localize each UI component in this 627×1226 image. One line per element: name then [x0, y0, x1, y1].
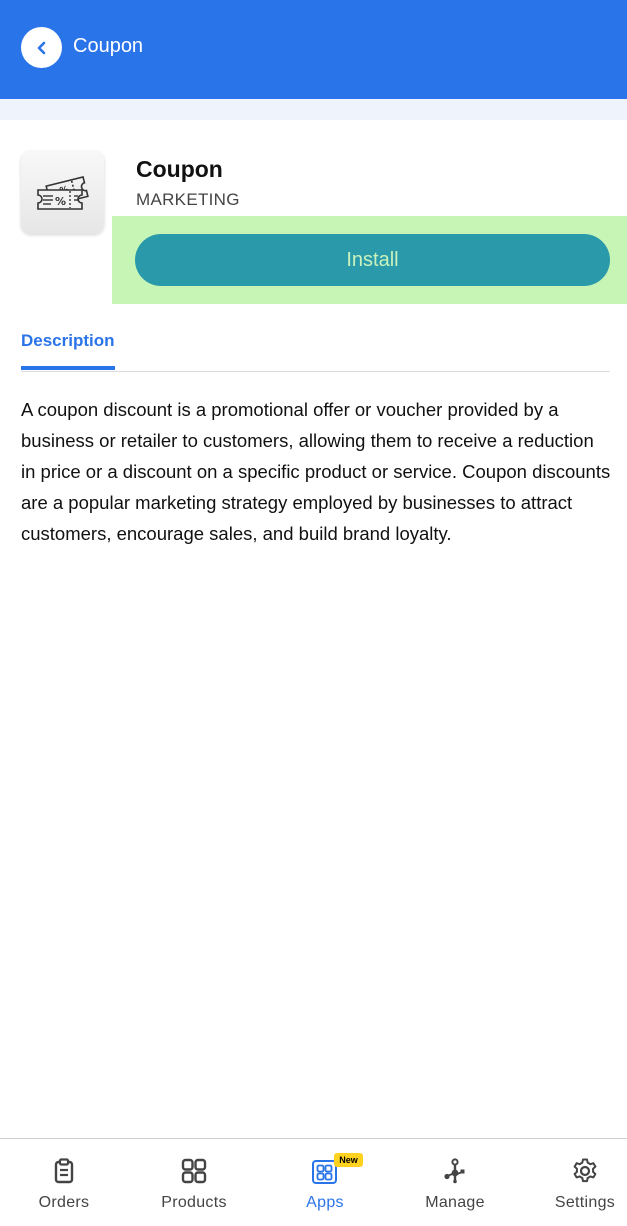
gear-icon	[573, 1158, 597, 1183]
back-button[interactable]	[21, 27, 62, 68]
nav-label-orders: Orders	[38, 1194, 90, 1211]
chevron-left-icon	[37, 41, 45, 54]
network-icon	[444, 1158, 465, 1184]
tab-description[interactable]: Description	[21, 330, 115, 352]
install-button[interactable]: Install	[135, 234, 610, 286]
coupon-ticket-icon: % %	[36, 175, 89, 210]
nav-item-apps[interactable]: Apps	[265, 1139, 385, 1226]
svg-text:%: %	[55, 195, 66, 208]
page-title: Coupon	[73, 35, 144, 57]
bottom-navigation: Orders Products Apps Manage Settings	[0, 1138, 627, 1226]
nav-label-manage: Manage	[425, 1194, 485, 1211]
tab-bar: Description	[21, 322, 610, 372]
app-icon: % %	[21, 151, 104, 234]
top-app-bar: Coupon	[0, 0, 627, 99]
nav-item-orders[interactable]: Orders	[4, 1139, 124, 1226]
header-spacer	[0, 99, 627, 120]
nav-item-settings[interactable]: Settings	[525, 1139, 627, 1226]
clipboard-icon	[54, 1158, 74, 1184]
nav-label-products: Products	[161, 1194, 227, 1211]
nav-item-products[interactable]: Products	[134, 1139, 254, 1226]
nav-label-apps: Apps	[306, 1194, 344, 1211]
nav-label-settings: Settings	[554, 1194, 616, 1211]
nav-item-manage[interactable]: Manage	[395, 1139, 515, 1226]
grid-icon	[181, 1158, 207, 1184]
app-category: MARKETING	[136, 190, 240, 209]
active-tab-indicator	[21, 366, 115, 370]
description-text: A coupon discount is a promotional offer…	[21, 399, 611, 544]
new-badge: New	[334, 1153, 363, 1167]
app-name: Coupon	[136, 156, 223, 182]
